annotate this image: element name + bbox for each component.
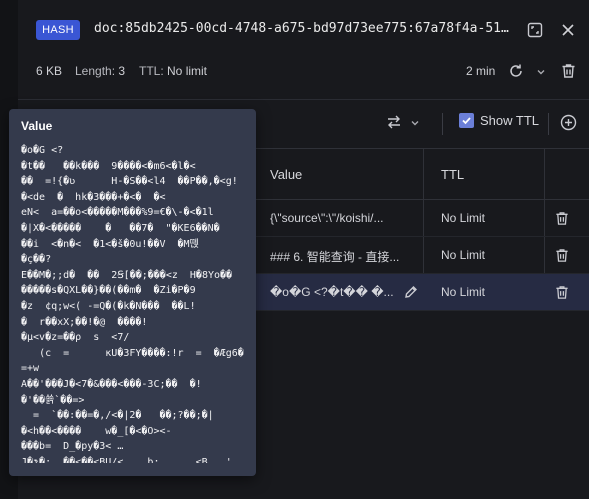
row-value: {\"source\":\"/koishi/... — [270, 211, 384, 225]
delete-row-icon[interactable] — [551, 244, 573, 266]
show-ttl-label: Show TTL — [480, 113, 540, 128]
row-value: ### 6. 智能查询 - 直接... — [270, 250, 400, 264]
key-type-badge: HASH — [36, 20, 80, 40]
edit-value-icon[interactable] — [400, 281, 422, 303]
refresh-interval: 2 min — [466, 64, 496, 78]
key-size: 6 KB — [36, 64, 63, 78]
toolbar-divider — [442, 113, 443, 135]
key-ttl: TTL: No limit — [139, 64, 207, 78]
key-header: HASH doc:85db2425-00cd-4748-a675-bd97d73… — [18, 0, 589, 100]
refresh-options-chevron-icon[interactable] — [530, 61, 552, 83]
add-field-icon[interactable] — [557, 111, 579, 133]
tooltip-content: �o�G <? �t�� ��k��� 9����<�m6<�l�< �� =!… — [21, 145, 244, 463]
ttl-value: No limit — [167, 64, 208, 78]
row-ttl[interactable]: No Limit — [441, 285, 485, 299]
swap-format-icon[interactable] — [383, 111, 405, 133]
tooltip-title: Value — [21, 119, 53, 133]
row-ttl[interactable]: No Limit — [441, 248, 485, 262]
fullscreen-icon[interactable] — [524, 19, 546, 41]
format-chevron-down-icon[interactable] — [404, 112, 426, 134]
delete-row-icon[interactable] — [551, 207, 573, 229]
ttl-label: TTL: — [139, 64, 164, 78]
row-ttl[interactable]: No Limit — [441, 211, 485, 225]
length-label: Length: — [75, 64, 116, 78]
value-tooltip: Value �o�G <? �t�� ��k��� 9����<�m6<�l�<… — [9, 109, 256, 476]
show-ttl-toggle[interactable]: Show TTL — [459, 113, 539, 128]
row-value: �o�G <?�t�� �... — [270, 285, 394, 299]
key-length: Length: 3 — [75, 64, 125, 78]
column-header-value[interactable]: Value — [270, 167, 302, 182]
length-value: 3 — [118, 64, 126, 78]
delete-row-icon[interactable] — [551, 281, 573, 303]
key-details-panel: HASH doc:85db2425-00cd-4748-a675-bd97d73… — [0, 0, 589, 499]
close-icon[interactable] — [557, 19, 579, 41]
toolbar-divider — [548, 113, 549, 135]
key-name[interactable]: doc:85db2425-00cd-4748-a675-bd97d73ee775… — [94, 21, 514, 36]
column-header-ttl[interactable]: TTL — [441, 167, 464, 182]
show-ttl-checkbox[interactable] — [459, 113, 474, 128]
delete-key-icon[interactable] — [557, 60, 579, 82]
refresh-icon[interactable] — [505, 60, 527, 82]
